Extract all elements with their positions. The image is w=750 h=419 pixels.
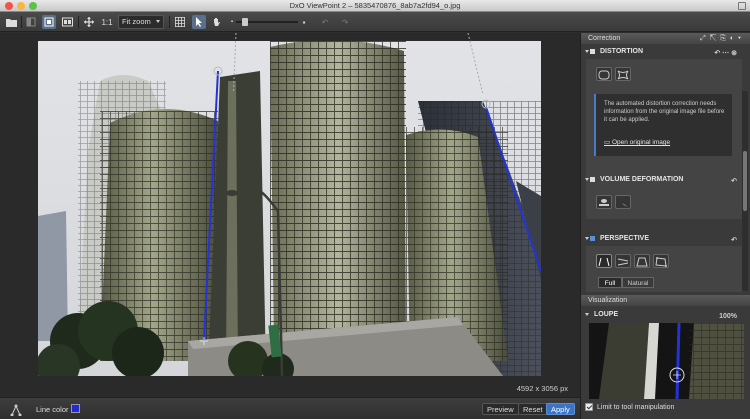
section-controls-icon[interactable]: ↶ ⋯ ⊗ bbox=[714, 48, 737, 59]
collapse-icon bbox=[585, 178, 589, 181]
undo-icon[interactable]: ↶ bbox=[731, 235, 737, 246]
zoom-slider-knob[interactable] bbox=[242, 18, 248, 26]
line-color-swatch[interactable] bbox=[71, 404, 80, 413]
limit-to-tool-option[interactable]: Limit to tool manipulation bbox=[585, 403, 674, 411]
app-window: DxO ViewPoint 2 – 5835470876_8ab7a2fd94_… bbox=[0, 0, 750, 419]
redo-icon[interactable]: ↷ bbox=[338, 15, 352, 29]
visualization-header: Visualization bbox=[581, 295, 750, 306]
horizontal-perspective-icon[interactable] bbox=[615, 254, 631, 268]
zoom-mode-select[interactable]: Fit zoom bbox=[118, 15, 164, 29]
perspective-mode-full[interactable]: Full bbox=[598, 277, 622, 288]
grid-icon[interactable] bbox=[173, 15, 187, 29]
zoom-mode-value: Fit zoom bbox=[122, 17, 151, 26]
loupe-view bbox=[589, 323, 744, 399]
bottom-bar: Line color Preview Reset Apply bbox=[0, 397, 580, 419]
spherical-icon[interactable] bbox=[615, 195, 631, 209]
rectangle-perspective-icon[interactable] bbox=[634, 254, 650, 268]
limit-label: Limit to tool manipulation bbox=[597, 403, 675, 411]
hand-tool-icon[interactable] bbox=[210, 15, 224, 29]
open-original-image-link[interactable]: ▭ Open original image bbox=[604, 139, 670, 147]
before-after-icon[interactable] bbox=[24, 15, 38, 29]
loupe-title: LOUPE bbox=[594, 311, 619, 318]
correction-header: Correction ⤢⇱⎘◐▾ bbox=[581, 33, 750, 44]
enable-toggle-icon[interactable] bbox=[590, 177, 595, 182]
limit-checkbox[interactable] bbox=[585, 403, 593, 411]
single-view-icon[interactable] bbox=[42, 15, 56, 29]
correction-title: Correction bbox=[588, 35, 621, 42]
apply-button[interactable]: Apply bbox=[546, 403, 575, 415]
move-icon[interactable] bbox=[82, 15, 96, 29]
pointer-tool-icon[interactable] bbox=[192, 15, 206, 29]
distortion-info-box: The automated distortion correction need… bbox=[594, 94, 732, 156]
cylindrical-icon[interactable] bbox=[596, 195, 612, 209]
perspective-header[interactable]: PERSPECTIVE ↶ bbox=[585, 233, 742, 246]
zoom-1-1-button[interactable]: 1:1 bbox=[100, 15, 114, 29]
undo-icon[interactable]: ↶ bbox=[318, 15, 332, 29]
perspective-title: PERSPECTIVE bbox=[600, 235, 650, 242]
zoom-slider[interactable] bbox=[236, 18, 298, 26]
preview-button[interactable]: Preview bbox=[482, 403, 519, 415]
visualization-title: Visualization bbox=[588, 297, 628, 304]
image-dimensions: 4592 x 3056 px bbox=[516, 384, 568, 393]
volume-deformation-body bbox=[586, 187, 742, 219]
line-color-label: Line color bbox=[36, 405, 69, 414]
perspective-mode-natural[interactable]: Natural bbox=[622, 277, 654, 288]
panel-scrollbar[interactable] bbox=[742, 91, 748, 291]
toolbar: 1:1 Fit zoom ▪ ▪ ↶ ↷ bbox=[0, 12, 750, 32]
chevron-down-icon bbox=[156, 20, 160, 23]
open-folder-icon[interactable] bbox=[4, 15, 18, 29]
vertical-perspective-icon[interactable] bbox=[596, 254, 612, 268]
loupe-zoom[interactable]: 100% bbox=[719, 311, 737, 322]
collapse-icon bbox=[585, 313, 589, 316]
enable-toggle-icon[interactable] bbox=[590, 49, 595, 54]
barrel-distortion-icon[interactable] bbox=[596, 67, 612, 81]
volume-deformation-title: VOLUME DEFORMATION bbox=[600, 176, 684, 183]
collapse-icon bbox=[585, 50, 589, 53]
distortion-header[interactable]: DISTORTION ↶ ⋯ ⊗ bbox=[585, 46, 742, 59]
zoom-in-icon[interactable]: ▪ bbox=[300, 15, 308, 29]
loupe-header[interactable]: LOUPE 100% bbox=[585, 309, 742, 322]
fullscreen-icon[interactable] bbox=[738, 2, 746, 10]
collapse-icon bbox=[585, 237, 589, 240]
window-title: DxO ViewPoint 2 – 5835470876_8ab7a2fd94_… bbox=[289, 1, 461, 10]
distortion-title: DISTORTION bbox=[600, 48, 644, 55]
panel-scroll-thumb[interactable] bbox=[743, 151, 747, 211]
panel-header-icons[interactable]: ⤢⇱⎘◐▾ bbox=[700, 33, 745, 44]
title-bar: DxO ViewPoint 2 – 5835470876_8ab7a2fd94_… bbox=[0, 0, 750, 12]
reset-button[interactable]: Reset bbox=[518, 403, 548, 415]
line-nodes-icon[interactable] bbox=[10, 403, 22, 419]
right-panel: Correction ⤢⇱⎘◐▾ DISTORTION ↶ ⋯ ⊗ The au… bbox=[580, 33, 750, 419]
split-view-icon[interactable] bbox=[60, 15, 74, 29]
open-original-image-label: Open original image bbox=[611, 139, 671, 146]
enabled-check-icon[interactable] bbox=[590, 236, 595, 241]
pincushion-distortion-icon[interactable] bbox=[615, 67, 631, 81]
volume-deformation-header[interactable]: VOLUME DEFORMATION ↶ bbox=[585, 174, 742, 187]
undo-icon[interactable]: ↶ bbox=[731, 176, 737, 187]
image-viewer[interactable]: 4592 x 3056 px bbox=[0, 33, 580, 397]
distortion-info-text: The automated distortion correction need… bbox=[604, 101, 725, 123]
eight-point-perspective-icon[interactable] bbox=[653, 254, 669, 268]
zoom-out-icon[interactable]: ▪ bbox=[228, 15, 236, 29]
